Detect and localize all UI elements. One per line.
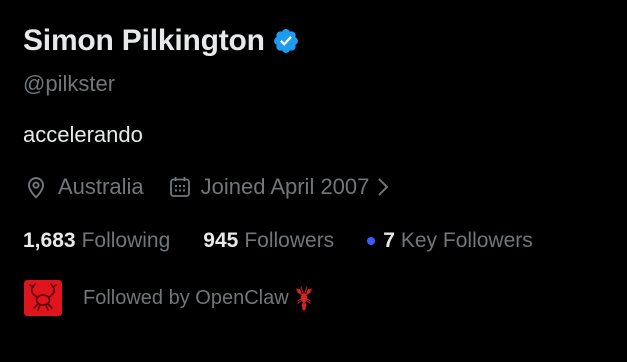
location-text: Australia xyxy=(58,174,144,199)
joined-date-link[interactable]: Joined April 2007 xyxy=(168,174,390,200)
calendar-icon xyxy=(169,177,190,197)
user-handle: @pilkster xyxy=(23,71,116,96)
key-followers-label: Key Followers xyxy=(400,229,533,252)
bio-text: accelerando xyxy=(23,122,143,147)
key-followers-dot-icon xyxy=(367,237,376,245)
verified-badge-icon[interactable] xyxy=(272,27,300,55)
joined-date-text: Joined April 2007 xyxy=(200,174,370,199)
following-count: 1,683 xyxy=(23,229,76,252)
profile-meta: Australia Joined April 2007 xyxy=(23,174,389,200)
key-followers-link[interactable]: 7 Key Followers xyxy=(367,229,533,253)
key-followers-count: 7 xyxy=(383,229,395,252)
followed-by-row[interactable]: Followed by OpenClaw xyxy=(24,280,315,316)
follow-stats: 1,683 Following 945 Followers 7 Key Foll… xyxy=(23,229,533,253)
location-pin-icon xyxy=(27,177,45,199)
followed-by-text: Followed by OpenClaw xyxy=(83,286,289,309)
followers-link[interactable]: 945 Followers xyxy=(203,229,334,253)
chevron-right-icon xyxy=(378,178,389,196)
followers-count: 945 xyxy=(203,229,239,252)
location-item: Australia xyxy=(23,174,144,200)
display-name: Simon Pilkington xyxy=(23,24,265,57)
following-label: Following xyxy=(81,229,171,252)
follower-avatar xyxy=(24,280,62,316)
lobster-icon xyxy=(296,286,312,311)
profile-header: Simon Pilkington @pilkster accelerando A… xyxy=(0,0,627,362)
following-link[interactable]: 1,683 Following xyxy=(23,229,170,253)
name-row: Simon Pilkington xyxy=(23,24,300,58)
followers-label: Followers xyxy=(244,229,335,252)
